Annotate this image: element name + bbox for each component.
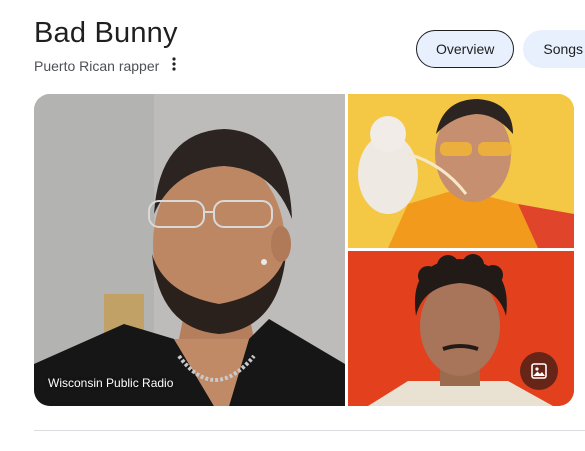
page-title: Bad Bunny	[34, 17, 178, 49]
main-photo[interactable]: Wisconsin Public Radio	[34, 94, 345, 406]
image-source-label: Wisconsin Public Radio	[48, 376, 174, 390]
section-divider	[34, 430, 585, 431]
person-photo-main	[34, 94, 345, 406]
more-options-button[interactable]	[164, 54, 184, 74]
image-icon	[531, 363, 547, 379]
tab-overview[interactable]: Overview	[416, 30, 515, 68]
top-right-photo[interactable]	[348, 94, 574, 248]
tab-songs[interactable]: Songs	[523, 30, 585, 68]
image-gallery: Wisconsin Public Radio	[34, 94, 574, 406]
knowledge-panel: Bad Bunny Puerto Rican rapper Overview S…	[0, 0, 585, 451]
entity-subtitle: Puerto Rican rapper	[34, 58, 160, 74]
view-images-button[interactable]	[520, 352, 558, 390]
more-vertical-icon	[172, 57, 176, 71]
entity-tabs: Overview Songs	[416, 30, 585, 68]
person-photo-top	[348, 94, 574, 248]
bottom-right-photo[interactable]	[348, 251, 574, 406]
